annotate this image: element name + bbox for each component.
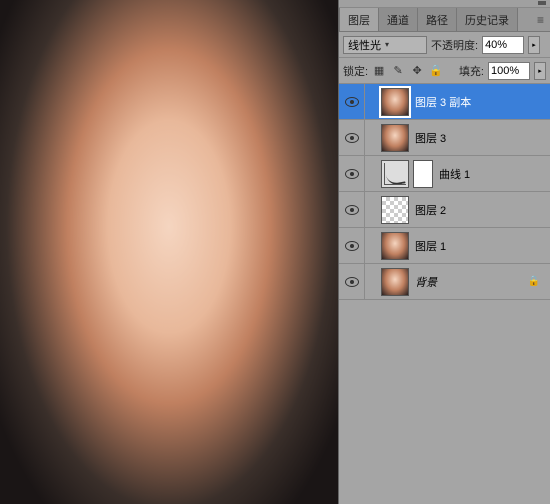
lock-pixels-icon[interactable]: ✎ <box>391 64 405 78</box>
visibility-toggle[interactable] <box>339 192 365 227</box>
eye-icon <box>345 241 359 251</box>
layer-name[interactable]: 图层 3 <box>413 130 446 146</box>
fill-input[interactable]: 100% <box>488 62 530 80</box>
layer-thumbnail[interactable] <box>381 124 409 152</box>
layer-row[interactable]: 图层 3 <box>339 120 550 156</box>
layer-row[interactable]: 图层 3 副本 <box>339 84 550 120</box>
visibility-toggle[interactable] <box>339 264 365 299</box>
eye-icon <box>345 133 359 143</box>
layer-thumbnail[interactable] <box>381 196 409 224</box>
layer-thumbnail[interactable] <box>381 88 409 116</box>
document-image <box>0 0 338 504</box>
panel-menu-bar[interactable] <box>339 0 550 8</box>
layer-row[interactable]: 图层 1 <box>339 228 550 264</box>
fill-dropdown-icon[interactable]: ▸ <box>534 62 546 80</box>
eye-icon <box>345 277 359 287</box>
opacity-label: 不透明度: <box>431 37 478 53</box>
lock-label: 锁定: <box>343 63 368 79</box>
lock-icon-group: ▦ ✎ ✥ 🔒 <box>372 64 443 78</box>
lock-position-icon[interactable]: ✥ <box>410 64 424 78</box>
layer-thumbnail[interactable] <box>381 268 409 296</box>
layer-name[interactable]: 图层 1 <box>413 238 446 254</box>
visibility-toggle[interactable] <box>339 84 365 119</box>
lock-all-icon[interactable]: 🔒 <box>429 64 443 78</box>
panel-menu-icon[interactable]: ≡ <box>531 13 550 27</box>
layer-row[interactable]: 曲线 1 <box>339 156 550 192</box>
visibility-toggle[interactable] <box>339 120 365 155</box>
fill-label: 填充: <box>459 63 484 79</box>
layers-list: 图层 3 副本 图层 3 曲线 1 图层 2 图层 1 <box>339 84 550 504</box>
layer-thumbnail[interactable] <box>381 232 409 260</box>
panel-tabs: 图层 通道 路径 历史记录 ≡ <box>339 8 550 32</box>
opacity-dropdown-icon[interactable]: ▸ <box>528 36 540 54</box>
mask-thumbnail[interactable] <box>413 160 433 188</box>
visibility-toggle[interactable] <box>339 228 365 263</box>
layer-name[interactable]: 背景 <box>413 274 437 290</box>
blend-mode-select[interactable]: 线性光 ▾ <box>343 36 427 54</box>
chevron-down-icon: ▾ <box>385 40 389 49</box>
opacity-input[interactable]: 40% <box>482 36 524 54</box>
visibility-toggle[interactable] <box>339 156 365 191</box>
adjustment-thumbnail[interactable] <box>381 160 409 188</box>
canvas-area[interactable] <box>0 0 338 504</box>
layer-name[interactable]: 曲线 1 <box>437 166 470 182</box>
lock-transparent-icon[interactable]: ▦ <box>372 64 386 78</box>
blend-row: 线性光 ▾ 不透明度: 40% ▸ <box>339 32 550 58</box>
tab-channels[interactable]: 通道 <box>378 7 418 31</box>
tab-paths[interactable]: 路径 <box>417 7 457 31</box>
layer-row[interactable]: 图层 2 <box>339 192 550 228</box>
lock-row: 锁定: ▦ ✎ ✥ 🔒 填充: 100% ▸ <box>339 58 550 84</box>
layer-name[interactable]: 图层 2 <box>413 202 446 218</box>
eye-icon <box>345 205 359 215</box>
tab-layers[interactable]: 图层 <box>339 7 379 31</box>
blend-mode-value: 线性光 <box>348 37 381 53</box>
eye-icon <box>345 97 359 107</box>
tab-history[interactable]: 历史记录 <box>456 7 518 31</box>
lock-icon: 🔒 <box>528 276 540 287</box>
eye-icon <box>345 169 359 179</box>
layer-name[interactable]: 图层 3 副本 <box>413 94 471 110</box>
layer-row[interactable]: 背景 🔒 <box>339 264 550 300</box>
layers-panel: 图层 通道 路径 历史记录 ≡ 线性光 ▾ 不透明度: 40% ▸ 锁定: ▦ … <box>338 0 550 504</box>
